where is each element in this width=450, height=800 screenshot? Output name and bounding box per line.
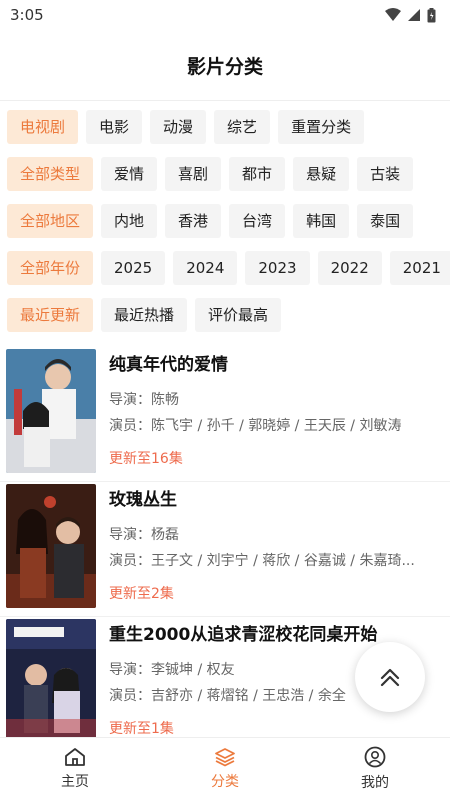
bottom-nav: 主页 分类 我的	[0, 737, 450, 800]
chip-genre-urban[interactable]: 都市	[229, 157, 286, 191]
reset-filters-button[interactable]: 重置分类	[278, 110, 365, 144]
poster-image[interactable]	[6, 619, 96, 743]
movie-actors: 演员：王子文 / 刘宇宁 / 蒋欣 / 谷嘉诚 / 朱嘉琦...	[109, 553, 415, 569]
poster-image[interactable]	[6, 349, 96, 473]
nav-category-label: 分类	[211, 774, 239, 790]
chip-year-all[interactable]: 全部年份	[7, 251, 94, 285]
chip-genre-all[interactable]: 全部类型	[7, 157, 94, 191]
chip-sort-rating[interactable]: 评价最高	[195, 298, 282, 332]
movie-update-status: 更新至2集	[109, 586, 174, 602]
chip-region-korea[interactable]: 韩国	[293, 204, 350, 238]
movie-info: 纯真年代的爱情 导演：陈畅 演员：陈飞宇 / 孙千 / 郭晓婷 / 王天辰 / …	[109, 353, 442, 469]
chip-region-hongkong[interactable]: 香港	[165, 204, 222, 238]
movie-update-status: 更新至1集	[109, 721, 174, 737]
status-bar: 3:05	[0, 0, 450, 30]
filter-row-channel: 电视剧 电影 动漫 综艺 重置分类	[0, 110, 450, 144]
filter-row-sort: 最近更新 最近热播 评价最高	[0, 298, 450, 332]
chip-year-2021[interactable]: 2021	[389, 251, 450, 285]
chip-channel-movie[interactable]: 电影	[86, 110, 143, 144]
battery-icon	[427, 7, 436, 22]
movie-director: 导演：杨磊	[109, 527, 179, 543]
filter-panel: 电视剧 电影 动漫 综艺 重置分类 全部类型 爱情 喜剧 都市 悬疑 古装 全部…	[0, 110, 450, 332]
nav-mine-label: 我的	[361, 775, 389, 791]
movie-director: 导演：陈畅	[109, 392, 179, 408]
chip-region-thailand[interactable]: 泰国	[357, 204, 414, 238]
movie-title[interactable]: 纯真年代的爱情	[109, 353, 442, 377]
status-time: 3:05	[10, 6, 44, 24]
chip-region-all[interactable]: 全部地区	[7, 204, 94, 238]
movie-info: 玫瑰丛生 导演：杨磊 演员：王子文 / 刘宇宁 / 蒋欣 / 谷嘉诚 / 朱嘉琦…	[109, 488, 442, 604]
chip-genre-mystery[interactable]: 悬疑	[293, 157, 350, 191]
list-item[interactable]: 玫瑰丛生 导演：杨磊 演员：王子文 / 刘宇宁 / 蒋欣 / 谷嘉诚 / 朱嘉琦…	[0, 482, 450, 617]
wifi-icon	[385, 8, 401, 21]
nav-category[interactable]: 分类	[150, 738, 300, 800]
chip-channel-anime[interactable]: 动漫	[150, 110, 207, 144]
chip-year-2025[interactable]: 2025	[101, 251, 166, 285]
poster-image[interactable]	[6, 484, 96, 608]
chip-genre-comedy[interactable]: 喜剧	[165, 157, 222, 191]
home-icon	[65, 748, 85, 766]
layers-icon	[215, 748, 235, 767]
list-item[interactable]: 纯真年代的爱情 导演：陈畅 演员：陈飞宇 / 孙千 / 郭晓婷 / 王天辰 / …	[0, 347, 450, 482]
page-title: 影片分类	[186, 55, 263, 78]
filter-row-genre: 全部类型 爱情 喜剧 都市 悬疑 古装	[0, 157, 450, 191]
chip-sort-hot[interactable]: 最近热播	[101, 298, 188, 332]
nav-mine[interactable]: 我的	[300, 738, 450, 800]
chip-genre-costume[interactable]: 古装	[357, 157, 414, 191]
nav-home-label: 主页	[61, 774, 89, 790]
filter-row-year: 全部年份 2025 2024 2023 2022 2021	[0, 251, 450, 285]
user-icon	[364, 746, 386, 768]
chip-region-mainland[interactable]: 内地	[101, 204, 158, 238]
status-icons	[385, 7, 436, 23]
chip-year-2023[interactable]: 2023	[245, 251, 310, 285]
chip-region-taiwan[interactable]: 台湾	[229, 204, 286, 238]
double-chevron-up-icon	[380, 668, 400, 687]
scroll-to-top-button[interactable]	[355, 642, 425, 712]
chip-year-2024[interactable]: 2024	[173, 251, 238, 285]
signal-icon	[408, 9, 420, 21]
chip-channel-tv[interactable]: 电视剧	[7, 110, 79, 144]
movie-actors: 演员：陈飞宇 / 孙千 / 郭晓婷 / 王天辰 / 刘敏涛	[109, 418, 402, 434]
movie-update-status: 更新至16集	[109, 451, 183, 467]
chip-channel-variety[interactable]: 综艺	[214, 110, 271, 144]
header: 影片分类	[0, 30, 450, 101]
chip-year-2022[interactable]: 2022	[317, 251, 382, 285]
chip-genre-romance[interactable]: 爱情	[101, 157, 158, 191]
filter-row-region: 全部地区 内地 香港 台湾 韩国 泰国	[0, 204, 450, 238]
movie-title[interactable]: 玫瑰丛生	[109, 488, 442, 512]
nav-home[interactable]: 主页	[0, 738, 150, 800]
chip-sort-latest[interactable]: 最近更新	[7, 298, 94, 332]
